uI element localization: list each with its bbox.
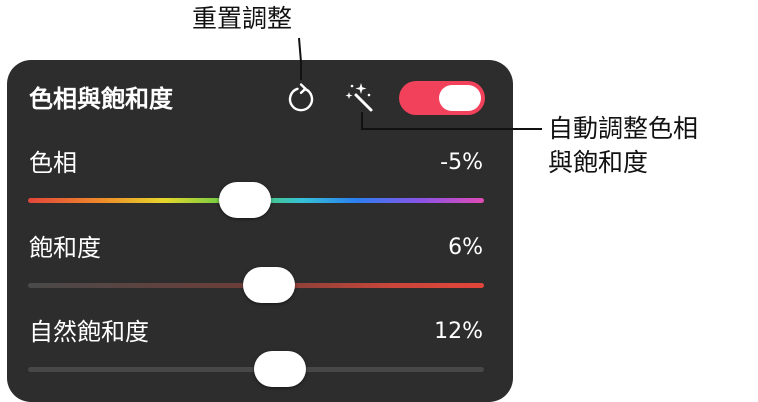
auto-callout-line2: 與飽和度 (548, 148, 649, 177)
panel-title: 色相與飽和度 (29, 85, 173, 113)
reset-button[interactable] (283, 80, 319, 116)
reset-arrow-icon (288, 83, 314, 112)
magic-wand-icon (345, 83, 373, 112)
auto-callout-label: 自動調整色相 與飽和度 (548, 112, 698, 180)
vibrance-slider-thumb[interactable] (254, 351, 306, 387)
hue-slider-thumb[interactable] (219, 182, 271, 218)
auto-callout-line1: 自動調整色相 (548, 114, 699, 143)
auto-toggle[interactable] (399, 81, 485, 115)
hue-value: -5% (440, 150, 483, 175)
auto-button[interactable] (341, 80, 377, 116)
hue-saturation-panel: 色相與飽和度 色相 -5% 飽和度 6% 自然飽和度 12% (7, 60, 513, 402)
saturation-slider-thumb[interactable] (243, 267, 295, 303)
saturation-value: 6% (448, 235, 483, 260)
saturation-label: 飽和度 (29, 234, 101, 262)
toggle-knob (439, 85, 481, 111)
vibrance-label: 自然飽和度 (29, 318, 149, 346)
figure: 重置調整 自動調整色相 與飽和度 色相與飽和度 色相 -5% 飽和度 6% 自然… (0, 0, 758, 402)
hue-label: 色相 (29, 149, 77, 177)
vibrance-value: 12% (434, 319, 483, 344)
reset-callout-label: 重置調整 (192, 4, 293, 33)
